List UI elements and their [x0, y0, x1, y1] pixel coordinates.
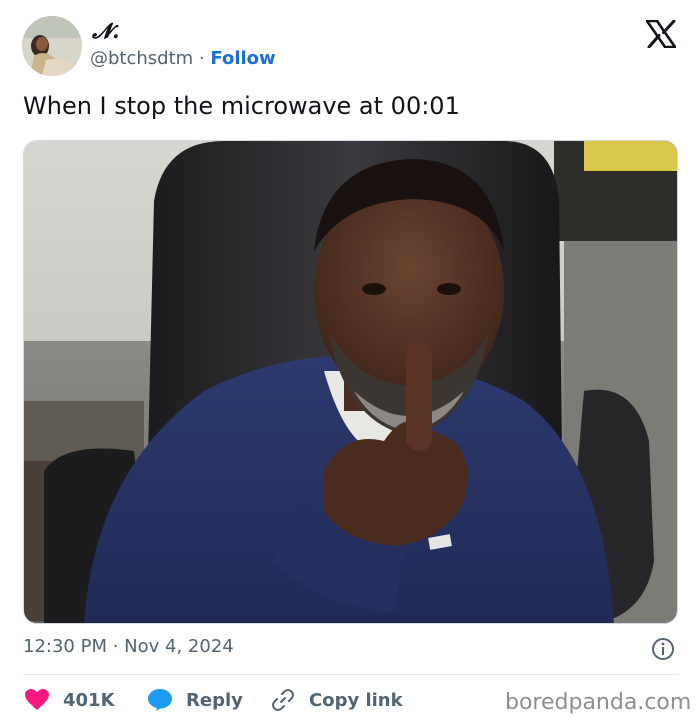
like-count: 401K — [63, 689, 115, 711]
tweet-card: 𝓝. @btchsdtm · Follow When I stop the mi… — [0, 0, 700, 727]
separator-dot: · — [198, 48, 205, 69]
copy-link-button[interactable]: Copy link — [271, 684, 403, 716]
avatar[interactable] — [22, 16, 82, 76]
watermark: boredpanda.com — [505, 690, 692, 715]
like-button[interactable]: 401K — [25, 684, 115, 716]
tweet-date: Nov 4, 2024 — [124, 636, 234, 657]
copy-link-label: Copy link — [309, 689, 403, 711]
divider — [23, 674, 678, 675]
reply-button[interactable]: Reply — [148, 684, 243, 716]
man-shushing-photo — [24, 141, 677, 623]
user-handle[interactable]: @btchsdtm — [90, 48, 193, 69]
x-logo-icon[interactable] — [646, 20, 676, 48]
tweet-time: 12:30 PM — [23, 636, 107, 657]
tweet-photo[interactable] — [23, 140, 678, 624]
heart-icon — [25, 689, 49, 710]
info-icon[interactable] — [651, 637, 675, 661]
display-name[interactable]: 𝓝. — [92, 18, 119, 44]
handle-row: @btchsdtm · Follow — [90, 48, 276, 69]
follow-button[interactable]: Follow — [210, 48, 275, 69]
tweet-text: When I stop the microwave at 00:01 — [23, 92, 460, 120]
timestamp-separator: · — [112, 636, 125, 657]
reply-bubble-icon — [148, 689, 172, 711]
tweet-timestamp[interactable]: 12:30 PM · Nov 4, 2024 — [23, 636, 234, 657]
reply-label: Reply — [186, 689, 243, 711]
link-icon — [272, 689, 294, 711]
